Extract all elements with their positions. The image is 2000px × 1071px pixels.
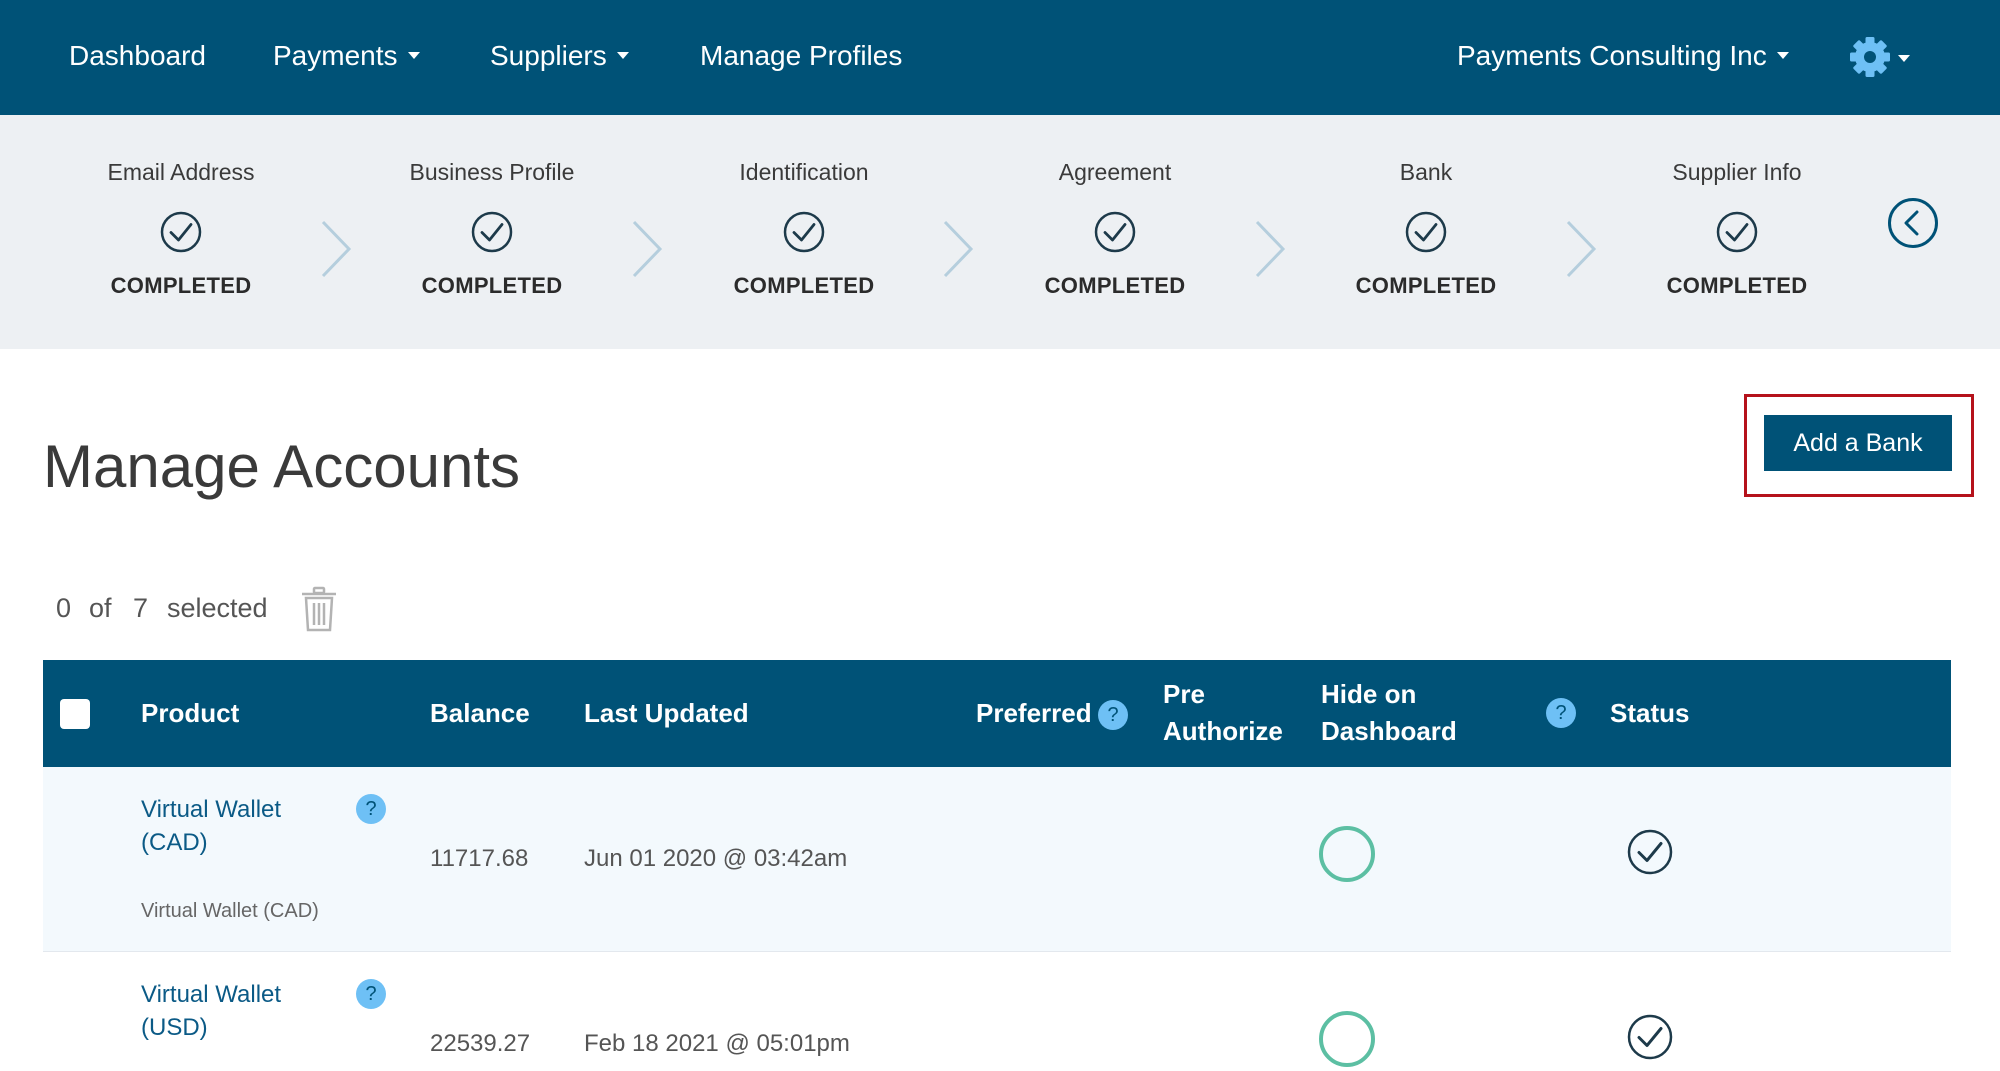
check-circle-icon [1716, 211, 1758, 253]
onboarding-stepper: Email Address COMPLETED Business Profile… [0, 115, 2000, 349]
balance-value: 11717.68 [430, 845, 529, 872]
trash-icon[interactable] [300, 586, 338, 632]
company-menu[interactable]: Payments Consulting Inc [1457, 38, 1789, 74]
product-name-line2: (CAD) [141, 829, 208, 856]
last-updated-value: Feb 18 2021 @ 05:01pm [584, 1030, 850, 1057]
step-status: COMPLETED [1355, 273, 1497, 298]
header-pre-authorize-line1: Pre [1163, 679, 1205, 709]
step-label: Bank [1399, 159, 1453, 185]
product-name[interactable]: Virtual Wallet (CAD) [141, 793, 331, 859]
caret-down-icon [407, 52, 420, 60]
product-name[interactable]: Virtual Wallet (USD) [141, 978, 331, 1044]
caret-down-icon [1776, 52, 1789, 60]
header-last-updated[interactable]: Last Updated [584, 695, 749, 732]
last-updated-value: Jun 01 2020 @ 03:42am [584, 845, 848, 872]
step-label: Business Profile [409, 159, 575, 185]
check-circle-icon [783, 211, 825, 253]
chevron-right-icon [321, 220, 352, 278]
nav-suppliers-label: Suppliers [490, 40, 607, 71]
step-label: Identification [739, 159, 869, 185]
step-status: COMPLETED [110, 273, 252, 298]
product-subtitle: Virtual Wallet (CAD) [141, 900, 319, 922]
chevron-right-icon [943, 220, 974, 278]
chevron-left-circle-icon[interactable] [1887, 197, 1939, 249]
check-circle-icon [1405, 211, 1447, 253]
step-identification: Identification COMPLETED [684, 115, 924, 349]
total-count: 7 [133, 593, 149, 623]
product-name-line1: Virtual Wallet [141, 981, 282, 1008]
header-pre-authorize-line2: Authorize [1163, 716, 1283, 746]
check-circle-icon [1627, 829, 1673, 875]
nav-dashboard[interactable]: Dashboard [69, 38, 206, 74]
nav-suppliers[interactable]: Suppliers [490, 38, 629, 74]
check-circle-icon [1627, 1014, 1673, 1060]
step-label: Agreement [1058, 159, 1172, 185]
product-name-line1: Virtual Wallet [141, 796, 282, 823]
table-row: Virtual Wallet (CAD) ? Virtual Wallet (C… [43, 767, 1951, 952]
check-circle-icon [1094, 211, 1136, 253]
step-supplier-info: Supplier Info COMPLETED [1617, 115, 1857, 349]
selected-label: selected [167, 593, 268, 623]
selected-of: of [89, 593, 112, 623]
step-email-address: Email Address COMPLETED [61, 115, 301, 349]
table-row: Virtual Wallet (USD) ? 22539.27 Feb 18 2… [43, 953, 1951, 1071]
caret-down-icon [616, 52, 629, 60]
select-all-checkbox[interactable] [60, 699, 90, 729]
help-icon[interactable]: ? [1098, 700, 1128, 730]
table-header: Product Balance Last Updated Preferred ?… [43, 660, 1951, 767]
company-name: Payments Consulting Inc [1457, 40, 1767, 71]
step-bank: Bank COMPLETED [1306, 115, 1546, 349]
chevron-right-icon [1566, 220, 1597, 278]
chevron-right-icon [632, 220, 663, 278]
selected-count: 0 [56, 593, 72, 623]
header-hide-line1: Hide on [1321, 679, 1417, 709]
step-status: COMPLETED [733, 273, 875, 298]
chevron-right-icon [1255, 220, 1286, 278]
header-preferred[interactable]: Preferred [976, 695, 1092, 732]
help-icon[interactable]: ? [356, 794, 386, 824]
gear-icon[interactable] [1848, 34, 1912, 80]
step-status: COMPLETED [1666, 273, 1808, 298]
hide-on-dashboard-toggle[interactable] [1319, 826, 1375, 882]
balance-value: 22539.27 [430, 1030, 531, 1057]
header-hide-line2: Dashboard [1321, 716, 1457, 746]
header-balance[interactable]: Balance [430, 695, 530, 732]
step-label: Email Address [107, 159, 255, 185]
step-status: COMPLETED [1044, 273, 1186, 298]
help-icon[interactable]: ? [1546, 698, 1576, 728]
nav-manage-profiles[interactable]: Manage Profiles [700, 38, 902, 74]
step-agreement: Agreement COMPLETED [995, 115, 1235, 349]
check-circle-icon [471, 211, 513, 253]
help-icon[interactable]: ? [356, 979, 386, 1009]
page-title: Manage Accounts [43, 433, 520, 500]
step-label: Supplier Info [1672, 159, 1802, 185]
check-circle-icon [160, 211, 202, 253]
hide-on-dashboard-toggle[interactable] [1319, 1011, 1375, 1067]
header-status[interactable]: Status [1610, 695, 1689, 732]
step-status: COMPLETED [421, 273, 563, 298]
top-nav-bar: Dashboard Payments Suppliers Manage Prof… [0, 0, 2000, 115]
product-name-line2: (USD) [141, 1014, 208, 1041]
nav-payments[interactable]: Payments [273, 38, 420, 74]
nav-payments-label: Payments [273, 40, 398, 71]
header-product[interactable]: Product [141, 695, 239, 732]
step-business-profile: Business Profile COMPLETED [372, 115, 612, 349]
add-bank-button[interactable]: Add a Bank [1764, 415, 1952, 471]
